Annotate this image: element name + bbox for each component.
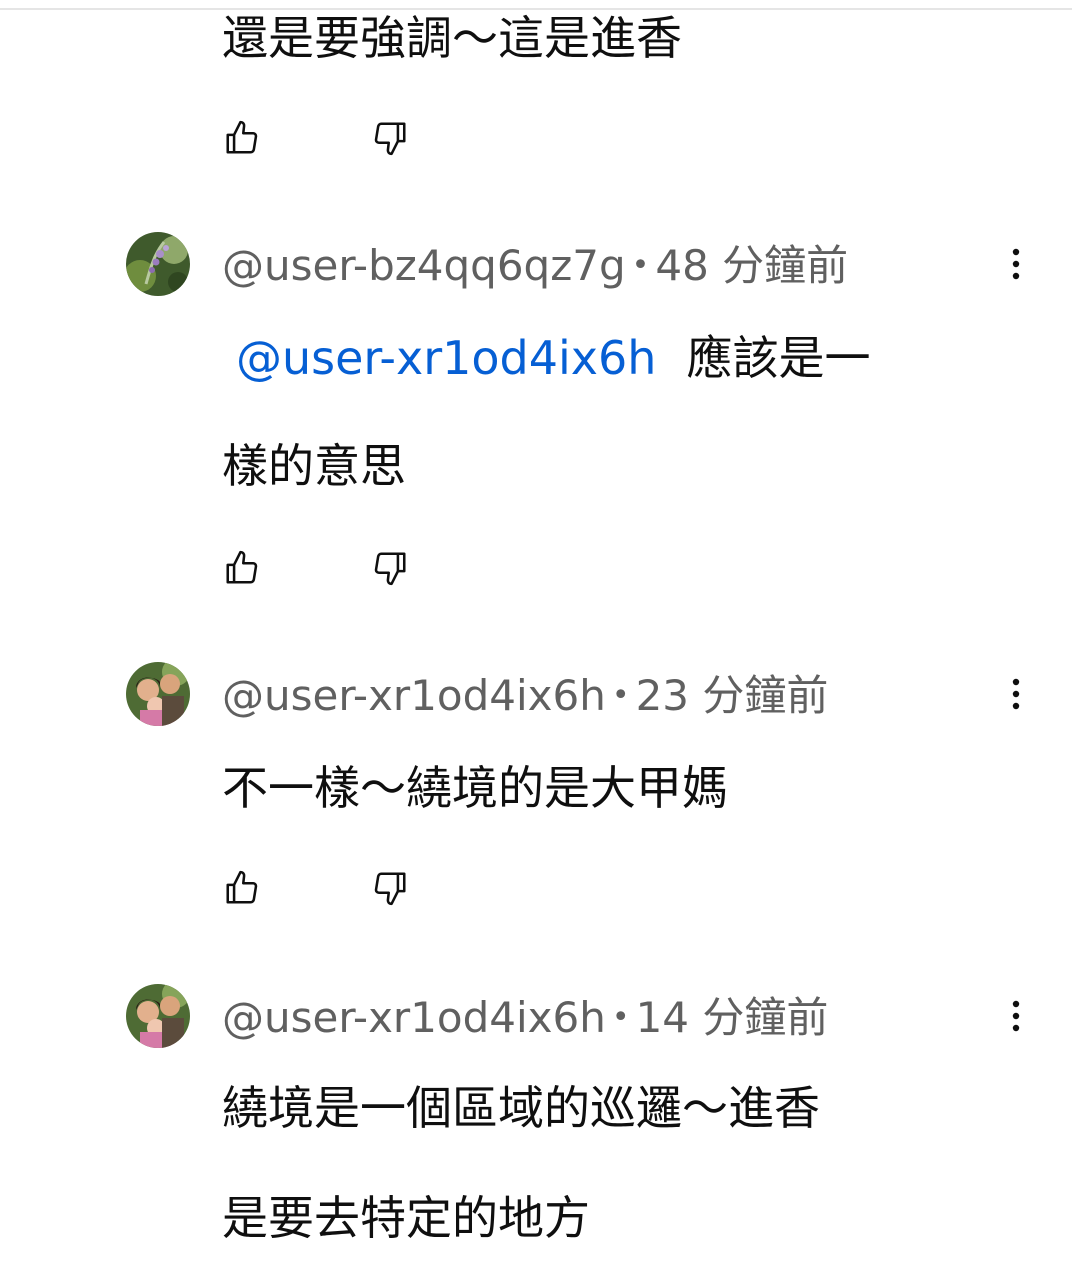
comment-meta: @user-bz4qq6qz7g • 48 分鐘前 xyxy=(222,238,848,294)
separator-dot: • xyxy=(611,1000,630,1035)
comment-text: 樣的意思 xyxy=(222,439,406,493)
more-vert-icon xyxy=(1012,678,1020,710)
comment-text: 繞境是一個區域的巡邏～進香 xyxy=(222,1081,820,1135)
comment-menu-button[interactable] xyxy=(992,234,1040,294)
author-handle[interactable]: @user-bz4qq6qz7g xyxy=(222,238,626,294)
dislike-button[interactable] xyxy=(366,544,414,592)
more-vert-icon xyxy=(1012,1000,1020,1032)
dislike-button[interactable] xyxy=(366,114,414,162)
avatar-plant-image xyxy=(126,232,190,296)
mention-link[interactable]: @user-xr1od4ix6h xyxy=(236,331,656,385)
comment-menu-button[interactable] xyxy=(992,664,1040,724)
comment-meta: @user-xr1od4ix6h • 23 分鐘前 xyxy=(222,668,828,724)
avatar-family-photo xyxy=(126,662,190,726)
comment-text-part: 應該是一 xyxy=(686,331,871,385)
comment-meta: @user-xr1od4ix6h • 14 分鐘前 xyxy=(222,990,828,1046)
timestamp: 48 分鐘前 xyxy=(655,241,849,290)
separator-dot: • xyxy=(631,248,650,283)
separator-dot: • xyxy=(611,678,630,713)
dislike-button[interactable] xyxy=(366,864,414,912)
comment-text: 是要去特定的地方 xyxy=(222,1191,590,1245)
thumb-up-icon xyxy=(226,120,258,154)
more-vert-icon xyxy=(1012,248,1020,280)
comment-text: @user-xr1od4ix6h 應該是一 xyxy=(222,328,870,388)
author-handle[interactable]: @user-xr1od4ix6h xyxy=(222,990,606,1046)
timestamp: 23 分鐘前 xyxy=(635,671,829,720)
comment-text: 不一樣～繞境的是大甲媽 xyxy=(222,761,728,815)
avatar[interactable] xyxy=(126,662,190,726)
avatar[interactable] xyxy=(126,984,190,1048)
thumb-down-icon xyxy=(374,872,406,906)
like-button[interactable] xyxy=(218,864,266,912)
thumb-down-icon xyxy=(374,122,406,156)
like-button[interactable] xyxy=(218,114,266,162)
thumb-up-icon xyxy=(226,870,258,904)
thumb-down-icon xyxy=(374,552,406,586)
avatar[interactable] xyxy=(126,232,190,296)
timestamp: 14 分鐘前 xyxy=(635,993,829,1042)
comment-menu-button[interactable] xyxy=(992,986,1040,1046)
like-button[interactable] xyxy=(218,544,266,592)
comment-text: 還是要強調～這是進香 xyxy=(222,11,682,65)
thumb-up-icon xyxy=(226,550,258,584)
author-handle[interactable]: @user-xr1od4ix6h xyxy=(222,668,606,724)
avatar-family-photo xyxy=(126,984,190,1048)
